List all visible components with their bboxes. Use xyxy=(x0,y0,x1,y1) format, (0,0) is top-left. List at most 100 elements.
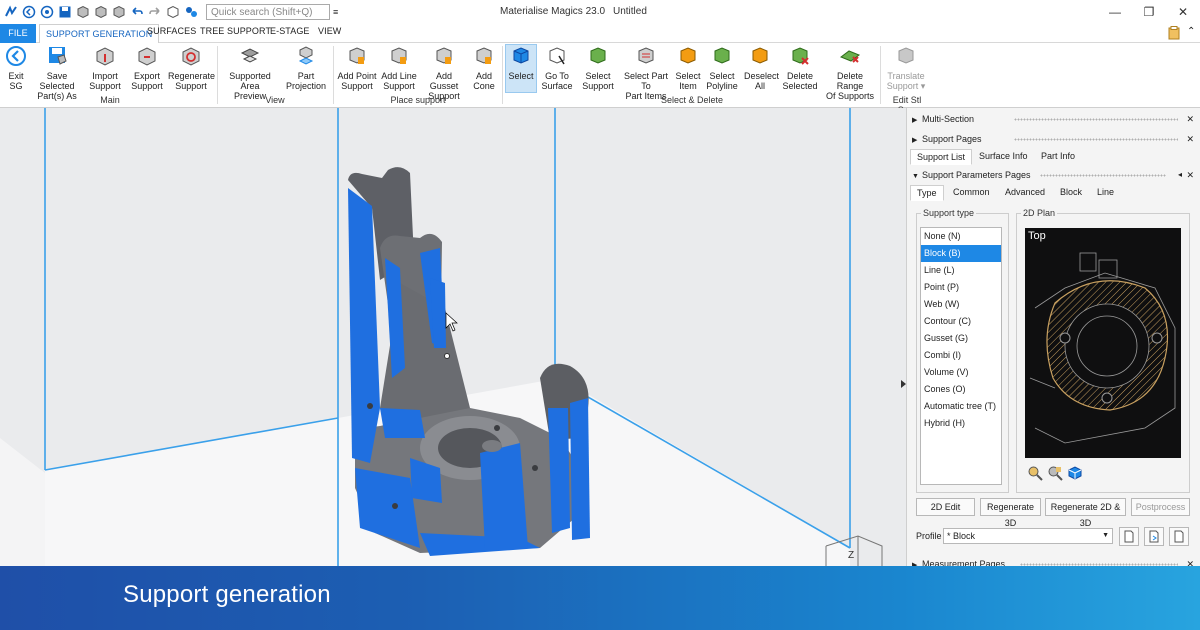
supported-area-preview-button[interactable]: Supported Area Preview xyxy=(220,45,280,101)
support-type-item[interactable]: Contour (C) xyxy=(921,313,1001,330)
pin-icon[interactable]: ◂ xyxy=(1178,167,1182,183)
add-point-support-button[interactable]: Add Point Support xyxy=(337,45,377,91)
app-title: Materialise Magics 23.0 xyxy=(500,6,606,17)
go-to-surface-button[interactable]: Go To Surface xyxy=(540,45,574,91)
support-parameters-header[interactable]: ▼ Support Parameters Pages ◂ ✕ xyxy=(912,167,1196,183)
tab-common[interactable]: Common xyxy=(947,185,996,201)
2d-edit-button[interactable]: 2D Edit xyxy=(916,498,975,516)
tab-tree-support[interactable]: TREE SUPPORT xyxy=(200,26,271,36)
tab-e-stage[interactable]: E-STAGE xyxy=(270,26,310,36)
zoom-icon[interactable] xyxy=(1027,465,1043,481)
close-icon[interactable]: ✕ xyxy=(1186,131,1194,147)
tools-icon[interactable] xyxy=(184,5,198,19)
regenerate-2d-3d-button[interactable]: Regenerate 2D & 3D xyxy=(1045,498,1126,528)
add-gusset-support-button[interactable]: Add Gusset Support xyxy=(421,45,467,101)
part-box-icon[interactable] xyxy=(76,5,90,19)
quick-search-input[interactable]: Quick search (Shift+Q) xyxy=(206,4,330,20)
close-icon[interactable]: ✕ xyxy=(1186,111,1194,127)
undo-icon[interactable] xyxy=(130,5,144,19)
quick-access-toolbar xyxy=(0,5,198,19)
support-type-item[interactable]: Block (B) xyxy=(921,245,1001,262)
area-preview-icon xyxy=(240,48,260,63)
scene-canvas[interactable]: Z xyxy=(0,108,906,566)
tab-block[interactable]: Block xyxy=(1054,185,1088,201)
support-type-item[interactable]: Cones (O) xyxy=(921,381,1001,398)
3d-viewport[interactable]: Z xyxy=(0,108,906,566)
support-type-item[interactable]: Web (W) xyxy=(921,296,1001,313)
part-model[interactable] xyxy=(348,167,590,556)
back-circle-icon[interactable] xyxy=(22,5,36,19)
import-support-button[interactable]: Import Support xyxy=(88,45,122,91)
close-icon[interactable]: ✕ xyxy=(1186,167,1194,183)
select-part-to-part-items-button[interactable]: Select Part To Part Items xyxy=(619,45,673,101)
minimize-button[interactable]: — xyxy=(1098,0,1132,24)
tab-part-info[interactable]: Part Info xyxy=(1035,149,1081,165)
profile-new-button[interactable] xyxy=(1169,527,1189,546)
postprocess-button[interactable]: Postprocess xyxy=(1131,498,1190,516)
app-logo-icon[interactable] xyxy=(4,5,18,19)
clipboard-icon[interactable] xyxy=(1168,26,1180,40)
expand-arrow-icon[interactable]: ▶ xyxy=(912,133,922,149)
tab-advanced[interactable]: Advanced xyxy=(999,185,1051,201)
tab-line[interactable]: Line xyxy=(1091,185,1120,201)
support-type-item[interactable]: None (N) xyxy=(921,228,1001,245)
profile-load-button[interactable] xyxy=(1144,527,1164,546)
support-type-item[interactable]: Combi (I) xyxy=(921,347,1001,364)
settings-circle-icon[interactable] xyxy=(40,5,54,19)
profile-save-button[interactable] xyxy=(1119,527,1139,546)
export-support-label-1: Export xyxy=(133,71,160,81)
tab-support-generation[interactable]: SUPPORT GENERATION xyxy=(39,24,160,44)
part-projection-icon xyxy=(298,46,314,65)
ribbon-collapse-icon[interactable]: ⌃ xyxy=(1187,26,1195,37)
select-button[interactable]: Select xyxy=(505,44,537,93)
save-icon[interactable] xyxy=(58,5,72,19)
delete-range-of-supports-button[interactable]: Delete Range Of Supports xyxy=(824,45,876,101)
tab-surface-info[interactable]: Surface Info xyxy=(973,149,1034,165)
export-support-button[interactable]: Export Support xyxy=(129,45,165,91)
support-type-item[interactable]: Hybrid (H) xyxy=(921,415,1001,432)
delete-selected-button[interactable]: Delete Selected xyxy=(782,45,818,91)
add-gusset-label-1: Add Gusset xyxy=(429,71,459,91)
close-button[interactable]: ✕ xyxy=(1166,0,1200,24)
expand-arrow-icon[interactable]: ▶ xyxy=(912,113,922,129)
part-projection-button[interactable]: Part Projection xyxy=(285,45,327,91)
document-title: Untitled xyxy=(613,6,647,17)
exit-sg-button[interactable]: Exit SG xyxy=(3,45,29,91)
profile-select[interactable]: * Block ▼ xyxy=(943,528,1113,544)
part-box-icon[interactable] xyxy=(94,5,108,19)
support-type-item[interactable]: Line (L) xyxy=(921,262,1001,279)
view-cube-icon[interactable] xyxy=(166,5,180,19)
select-support-button[interactable]: Select Support xyxy=(579,45,617,91)
support-type-list[interactable]: None (N) Block (B) Line (L) Point (P) We… xyxy=(920,227,1002,485)
translate-support-button[interactable]: Translate Support ▾ xyxy=(884,45,928,91)
support-pages-header[interactable]: ▶ Support Pages ✕ xyxy=(912,131,1196,147)
select-polyline-button[interactable]: Select Polyline xyxy=(706,45,738,91)
multi-section-header[interactable]: ▶ Multi-Section ✕ xyxy=(912,111,1196,127)
restore-button[interactable]: ❐ xyxy=(1132,0,1166,24)
tab-view[interactable]: VIEW xyxy=(318,26,341,36)
support-type-item[interactable]: Volume (V) xyxy=(921,364,1001,381)
select-item-button[interactable]: Select Item xyxy=(675,45,701,91)
support-type-item[interactable]: Point (P) xyxy=(921,279,1001,296)
2d-plan-view[interactable]: Top xyxy=(1025,228,1181,458)
support-type-item[interactable]: Automatic tree (T) xyxy=(921,398,1001,415)
regenerate-support-button[interactable]: Regenerate Support xyxy=(168,45,215,91)
save-selected-parts-button[interactable]: Save Selected Part(s) As xyxy=(30,45,84,101)
support-type-item[interactable]: Gusset (G) xyxy=(921,330,1001,347)
collapse-arrow-icon[interactable]: ▼ xyxy=(912,169,922,185)
tab-file[interactable]: FILE xyxy=(0,24,36,43)
tab-support-list[interactable]: Support List xyxy=(910,149,973,165)
zoom-fit-icon[interactable] xyxy=(1047,465,1063,481)
deselect-all-button[interactable]: Deselect All xyxy=(744,45,779,91)
tab-type[interactable]: Type xyxy=(910,185,944,201)
search-options-icon[interactable]: ≡ xyxy=(333,7,338,17)
add-cone-button[interactable]: Add Cone xyxy=(470,45,498,91)
redo-icon[interactable] xyxy=(148,5,162,19)
plan-drawing xyxy=(1029,252,1176,444)
add-line-support-button[interactable]: Add Line Support xyxy=(380,45,418,91)
view-3d-icon[interactable] xyxy=(1067,465,1083,481)
part-box-icon[interactable] xyxy=(112,5,126,19)
tab-surfaces[interactable]: SURFACES xyxy=(147,26,196,36)
translate-support-label-2: Support ▾ xyxy=(886,81,926,91)
regenerate-3d-button[interactable]: Regenerate 3D xyxy=(980,498,1041,528)
